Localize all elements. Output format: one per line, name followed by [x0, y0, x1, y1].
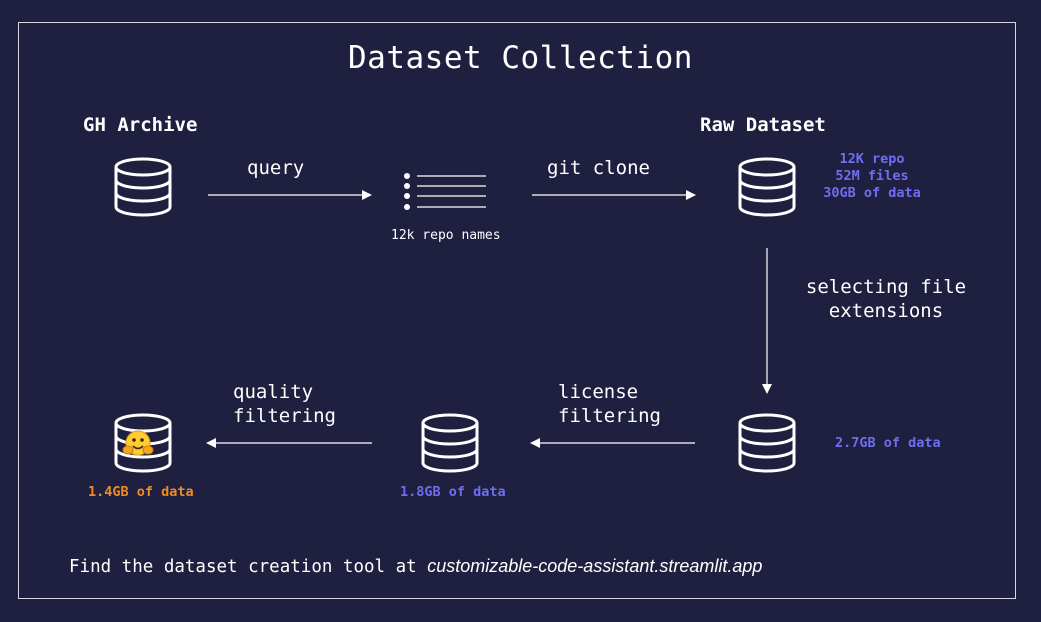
hugging-face-icon	[122, 430, 154, 456]
gh-archive-database-icon	[114, 157, 172, 217]
diagram-graphics	[114, 157, 796, 473]
raw-dataset-database-icon	[738, 157, 796, 217]
license-filtered-database-icon	[421, 413, 479, 473]
extension-filtered-database-icon	[738, 413, 796, 473]
list-icon	[404, 173, 486, 210]
